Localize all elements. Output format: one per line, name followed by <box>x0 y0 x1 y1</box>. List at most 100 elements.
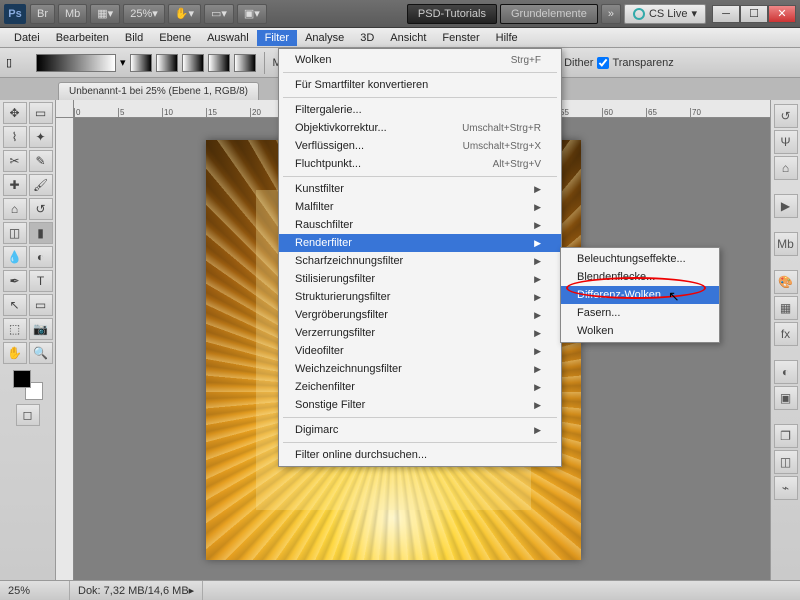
gradient-diamond[interactable] <box>234 54 256 72</box>
minimize-button[interactable]: ─ <box>712 5 740 23</box>
gradient-tool-icon[interactable]: ▯ <box>6 56 32 69</box>
ruler-origin[interactable] <box>56 100 74 118</box>
render-lighting[interactable]: Beleuchtungseffekte... <box>561 250 719 268</box>
filter-cat-other[interactable]: Sonstige Filter▶ <box>279 396 561 414</box>
panel-channels-icon[interactable]: ◫ <box>774 450 798 474</box>
gradient-radial[interactable] <box>156 54 178 72</box>
menu-bild[interactable]: Bild <box>117 30 151 46</box>
close-button[interactable]: ✕ <box>768 5 796 23</box>
brush-tool[interactable]: 🖌 <box>29 174 53 196</box>
3d-tool[interactable]: ⬚ <box>3 318 27 340</box>
stamp-tool[interactable]: ⌂ <box>3 198 27 220</box>
filter-cat-blur[interactable]: Weichzeichnungsfilter▶ <box>279 360 561 378</box>
eraser-tool[interactable]: ◫ <box>3 222 27 244</box>
filter-cat-brush[interactable]: Malfilter▶ <box>279 198 561 216</box>
filter-cat-sketch[interactable]: Zeichenfilter▶ <box>279 378 561 396</box>
filter-digimarc[interactable]: Digimarc▶ <box>279 421 561 439</box>
menu-ebene[interactable]: Ebene <box>151 30 199 46</box>
gradient-reflected[interactable] <box>208 54 230 72</box>
transparency-checkbox[interactable]: Transparenz <box>597 57 673 69</box>
filter-cat-noise[interactable]: Rauschfilter▶ <box>279 216 561 234</box>
menu-auswahl[interactable]: Auswahl <box>199 30 257 46</box>
panel-styles-icon[interactable]: fx <box>774 322 798 346</box>
render-fibers[interactable]: Fasern... <box>561 304 719 322</box>
zoom-level[interactable]: 25% ▾ <box>123 4 165 24</box>
cs-live-button[interactable]: CS Live ▾ <box>624 4 706 24</box>
blur-tool[interactable]: 💧 <box>3 246 27 268</box>
panel-swatches-icon[interactable]: ▦ <box>774 296 798 320</box>
gradient-preview[interactable] <box>36 54 116 72</box>
hand-tool[interactable]: ✋ <box>3 342 27 364</box>
pen-tool[interactable]: ✒ <box>3 270 27 292</box>
document-tab[interactable]: Unbenannt-1 bei 25% (Ebene 1, RGB/8) <box>58 82 259 100</box>
panel-clone-icon[interactable]: ⌂ <box>774 156 798 180</box>
marquee-tool[interactable]: ▭ <box>29 102 53 124</box>
color-swatches[interactable] <box>13 370 43 400</box>
filter-cat-video[interactable]: Videofilter▶ <box>279 342 561 360</box>
lasso-tool[interactable]: ⌇ <box>3 126 27 148</box>
history-brush-tool[interactable]: ↺ <box>29 198 53 220</box>
status-docsize[interactable]: Dok: 7,32 MB/14,6 MB ▸ <box>70 581 203 600</box>
panel-history-icon[interactable]: ↺ <box>774 104 798 128</box>
filter-recent[interactable]: WolkenStrg+F <box>279 51 561 69</box>
move-tool[interactable]: ✥ <box>3 102 27 124</box>
menu-analyse[interactable]: Analyse <box>297 30 352 46</box>
dodge-tool[interactable]: ◐ <box>29 246 53 268</box>
filter-liquify[interactable]: Verflüssigen...Umschalt+Strg+X <box>279 137 561 155</box>
menu-hilfe[interactable]: Hilfe <box>488 30 526 46</box>
filter-cat-pixelate[interactable]: Vergröberungsfilter▶ <box>279 306 561 324</box>
workspace-switcher[interactable]: Grundelemente <box>500 4 598 24</box>
gradient-angle[interactable] <box>182 54 204 72</box>
3d-camera-tool[interactable]: 📷 <box>29 318 53 340</box>
menu-datei[interactable]: Datei <box>6 30 48 46</box>
zoom-tool[interactable]: 🔍 <box>29 342 53 364</box>
dropdown-arrow-icon[interactable]: ▾ <box>120 56 126 69</box>
filter-cat-sharpen[interactable]: Scharfzeichnungsfilter▶ <box>279 252 561 270</box>
panel-bridge-icon[interactable]: Mb <box>774 232 798 256</box>
menu-fenster[interactable]: Fenster <box>434 30 487 46</box>
bridge-button[interactable]: Br <box>30 4 55 24</box>
filter-online[interactable]: Filter online durchsuchen... <box>279 446 561 464</box>
type-tool[interactable]: T <box>29 270 53 292</box>
render-difference-clouds[interactable]: Differenz-Wolken <box>561 286 719 304</box>
panel-paths-icon[interactable]: ⌁ <box>774 476 798 500</box>
menu-ansicht[interactable]: Ansicht <box>382 30 434 46</box>
panel-play-icon[interactable]: ▶ <box>774 194 798 218</box>
path-tool[interactable]: ↖ <box>3 294 27 316</box>
panel-masks-icon[interactable]: ▣ <box>774 386 798 410</box>
filter-cat-texture[interactable]: Strukturierungsfilter▶ <box>279 288 561 306</box>
filter-cat-distort[interactable]: Verzerrungsfilter▶ <box>279 324 561 342</box>
filter-vanishing[interactable]: Fluchtpunkt...Alt+Strg+V <box>279 155 561 173</box>
filter-cat-render[interactable]: Renderfilter▶ <box>279 234 561 252</box>
hand-tool-button[interactable]: ✋▾ <box>168 4 201 24</box>
panel-brush-icon[interactable]: Ψ <box>774 130 798 154</box>
panel-layers-icon[interactable]: ❐ <box>774 424 798 448</box>
render-lensflare[interactable]: Blendenflecke... <box>561 268 719 286</box>
filter-cat-stylize[interactable]: Stilisierungsfilter▶ <box>279 270 561 288</box>
filter-smartfilter[interactable]: Für Smartfilter konvertieren <box>279 76 561 94</box>
more-workspaces[interactable]: » <box>601 4 621 24</box>
screen-mode-button[interactable]: ▣▾ <box>237 4 267 24</box>
view-extras-button[interactable]: ▦▾ <box>90 4 120 24</box>
quickmask-toggle[interactable]: ◻ <box>16 404 40 426</box>
gradient-tool[interactable]: ▮ <box>29 222 53 244</box>
filter-cat-artistic[interactable]: Kunstfilter▶ <box>279 180 561 198</box>
gradient-linear[interactable] <box>130 54 152 72</box>
eyedropper-tool[interactable]: ✎ <box>29 150 53 172</box>
crop-tool[interactable]: ✂ <box>3 150 27 172</box>
status-zoom[interactable]: 25% <box>0 581 70 600</box>
wand-tool[interactable]: ✦ <box>29 126 53 148</box>
filter-gallery[interactable]: Filtergalerie... <box>279 101 561 119</box>
minibridge-button[interactable]: Mb <box>58 4 87 24</box>
menu-bearbeiten[interactable]: Bearbeiten <box>48 30 117 46</box>
panel-color-icon[interactable]: 🎨 <box>774 270 798 294</box>
maximize-button[interactable]: ☐ <box>740 5 768 23</box>
arrange-button[interactable]: ▭▾ <box>204 4 234 24</box>
filter-lens[interactable]: Objektivkorrektur...Umschalt+Strg+R <box>279 119 561 137</box>
menu-3d[interactable]: 3D <box>352 30 382 46</box>
panel-adjustments-icon[interactable]: ◐ <box>774 360 798 384</box>
heal-tool[interactable]: ✚ <box>3 174 27 196</box>
menu-filter[interactable]: Filter <box>257 30 297 46</box>
ruler-vertical[interactable] <box>56 118 74 580</box>
render-clouds[interactable]: Wolken <box>561 322 719 340</box>
